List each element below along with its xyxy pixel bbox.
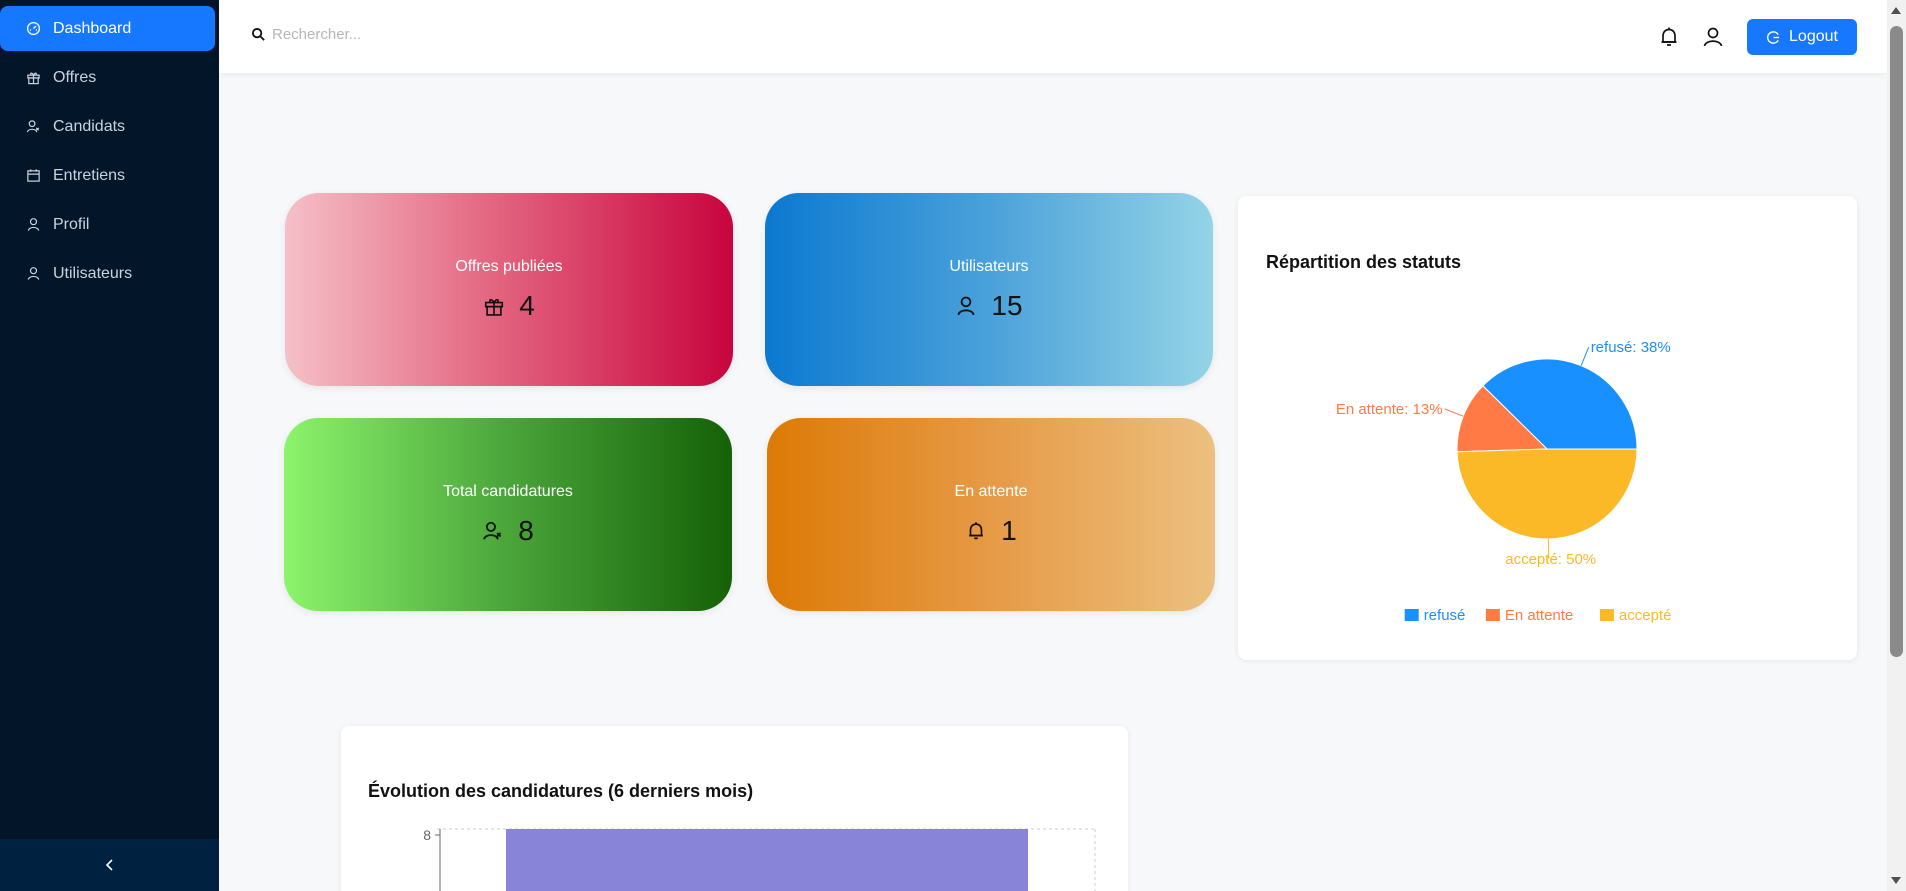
legend-label[interactable]: En attente [1505,607,1573,624]
users-icon [483,521,502,540]
sidebar-collapse-button[interactable] [0,839,219,891]
legend-swatch[interactable] [1599,609,1614,621]
status-pie-panel: Répartition des statuts refusé: 38% En at… [1238,196,1857,660]
gift-icon [27,72,40,85]
pie-label-line [1580,347,1590,366]
scroll-thumb[interactable] [1890,26,1903,657]
legend-label[interactable]: refusé [1424,607,1466,624]
stat-value: 15 [991,289,1023,321]
sidebar-item-label: Candidats [53,117,126,135]
stat-value: 1 [1001,514,1017,546]
sidebar-item-label: Dashboard [53,19,132,37]
sidebar-item-candidats[interactable]: Candidats [0,104,215,149]
stat-value-row: 1 [965,515,1017,547]
user-icon[interactable] [1701,25,1725,49]
pie-label: refusé: 38% [1591,339,1671,356]
users-icon [26,120,40,133]
header: Logout [219,0,1887,73]
sidebar-item-label: Offres [53,68,97,86]
scroll-up-arrow[interactable] [1891,7,1901,14]
stat-value-row: 15 [955,289,1023,322]
bell-icon [969,521,984,539]
scroll-down-arrow[interactable] [1891,877,1901,884]
user-icon [27,267,40,280]
legend-swatch[interactable] [1485,609,1500,621]
scrollbar[interactable] [1887,0,1906,891]
sidebar-nav: Dashboard Offres Candidats Entretiens Pr… [0,0,219,296]
logout-label: Logout [1789,28,1838,45]
search-icon [251,27,265,41]
sidebar-item-offres[interactable]: Offres [0,55,215,100]
user-icon [957,296,975,315]
stat-label: En attente [954,482,1028,500]
chevron-left-icon [105,859,113,871]
bar[interactable] [506,829,1028,891]
stat-value-row: 8 [482,515,534,547]
stat-label: Utilisateurs [949,257,1029,275]
sidebar-item-label: Entretiens [53,166,126,184]
stat-label: Total candidatures [443,482,573,500]
sidebar-item-label: Utilisateurs [53,264,133,282]
sidebar-item-entretiens[interactable]: Entretiens [0,153,215,198]
dashboard-icon [26,21,41,36]
search-bar [251,26,572,43]
stat-card-candidatures: Total candidatures 8 [284,418,732,611]
gift-icon [485,298,504,316]
applications-bar-panel: Évolution des candidatures (6 derniers m… [341,726,1128,891]
stat-value: 4 [519,289,535,321]
y-tick-label: 8 [423,827,431,843]
sidebar-item-dashboard[interactable]: Dashboard [0,6,215,51]
stat-value-row: 4 [483,290,535,322]
logout-icon [1767,30,1780,44]
sidebar-item-label: Profil [53,215,90,233]
logout-button[interactable]: Logout [1747,19,1857,55]
calendar-icon [27,169,40,182]
pie-label: accepté: 50% [1505,551,1596,568]
sidebar: Dashboard Offres Candidats Entretiens Pr… [0,0,219,891]
pie-slice[interactable] [1456,448,1638,540]
sidebar-item-profil[interactable]: Profil [0,202,215,247]
pie-label: En attente: 13% [1336,401,1443,418]
bar-chart: 8 [423,827,1096,891]
sidebar-item-utilisateurs[interactable]: Utilisateurs [0,251,215,296]
search-input[interactable] [272,26,572,43]
user-icon [27,218,40,231]
stat-card-offres: Offres publiées 4 [285,193,733,386]
stat-value: 8 [518,514,534,546]
legend-swatch[interactable] [1404,609,1419,621]
legend-label[interactable]: accepté [1619,607,1672,624]
pie-label-line [1444,408,1464,417]
stat-card-utilisateurs: Utilisateurs 15 [765,193,1213,386]
pie-chart: refusé: 38% En attente: 13% accepté: 50% re… [1336,339,1672,624]
stat-card-en-attente: En attente 1 [767,418,1215,611]
bell-icon[interactable] [1657,25,1681,49]
stat-label: Offres publiées [455,257,563,275]
